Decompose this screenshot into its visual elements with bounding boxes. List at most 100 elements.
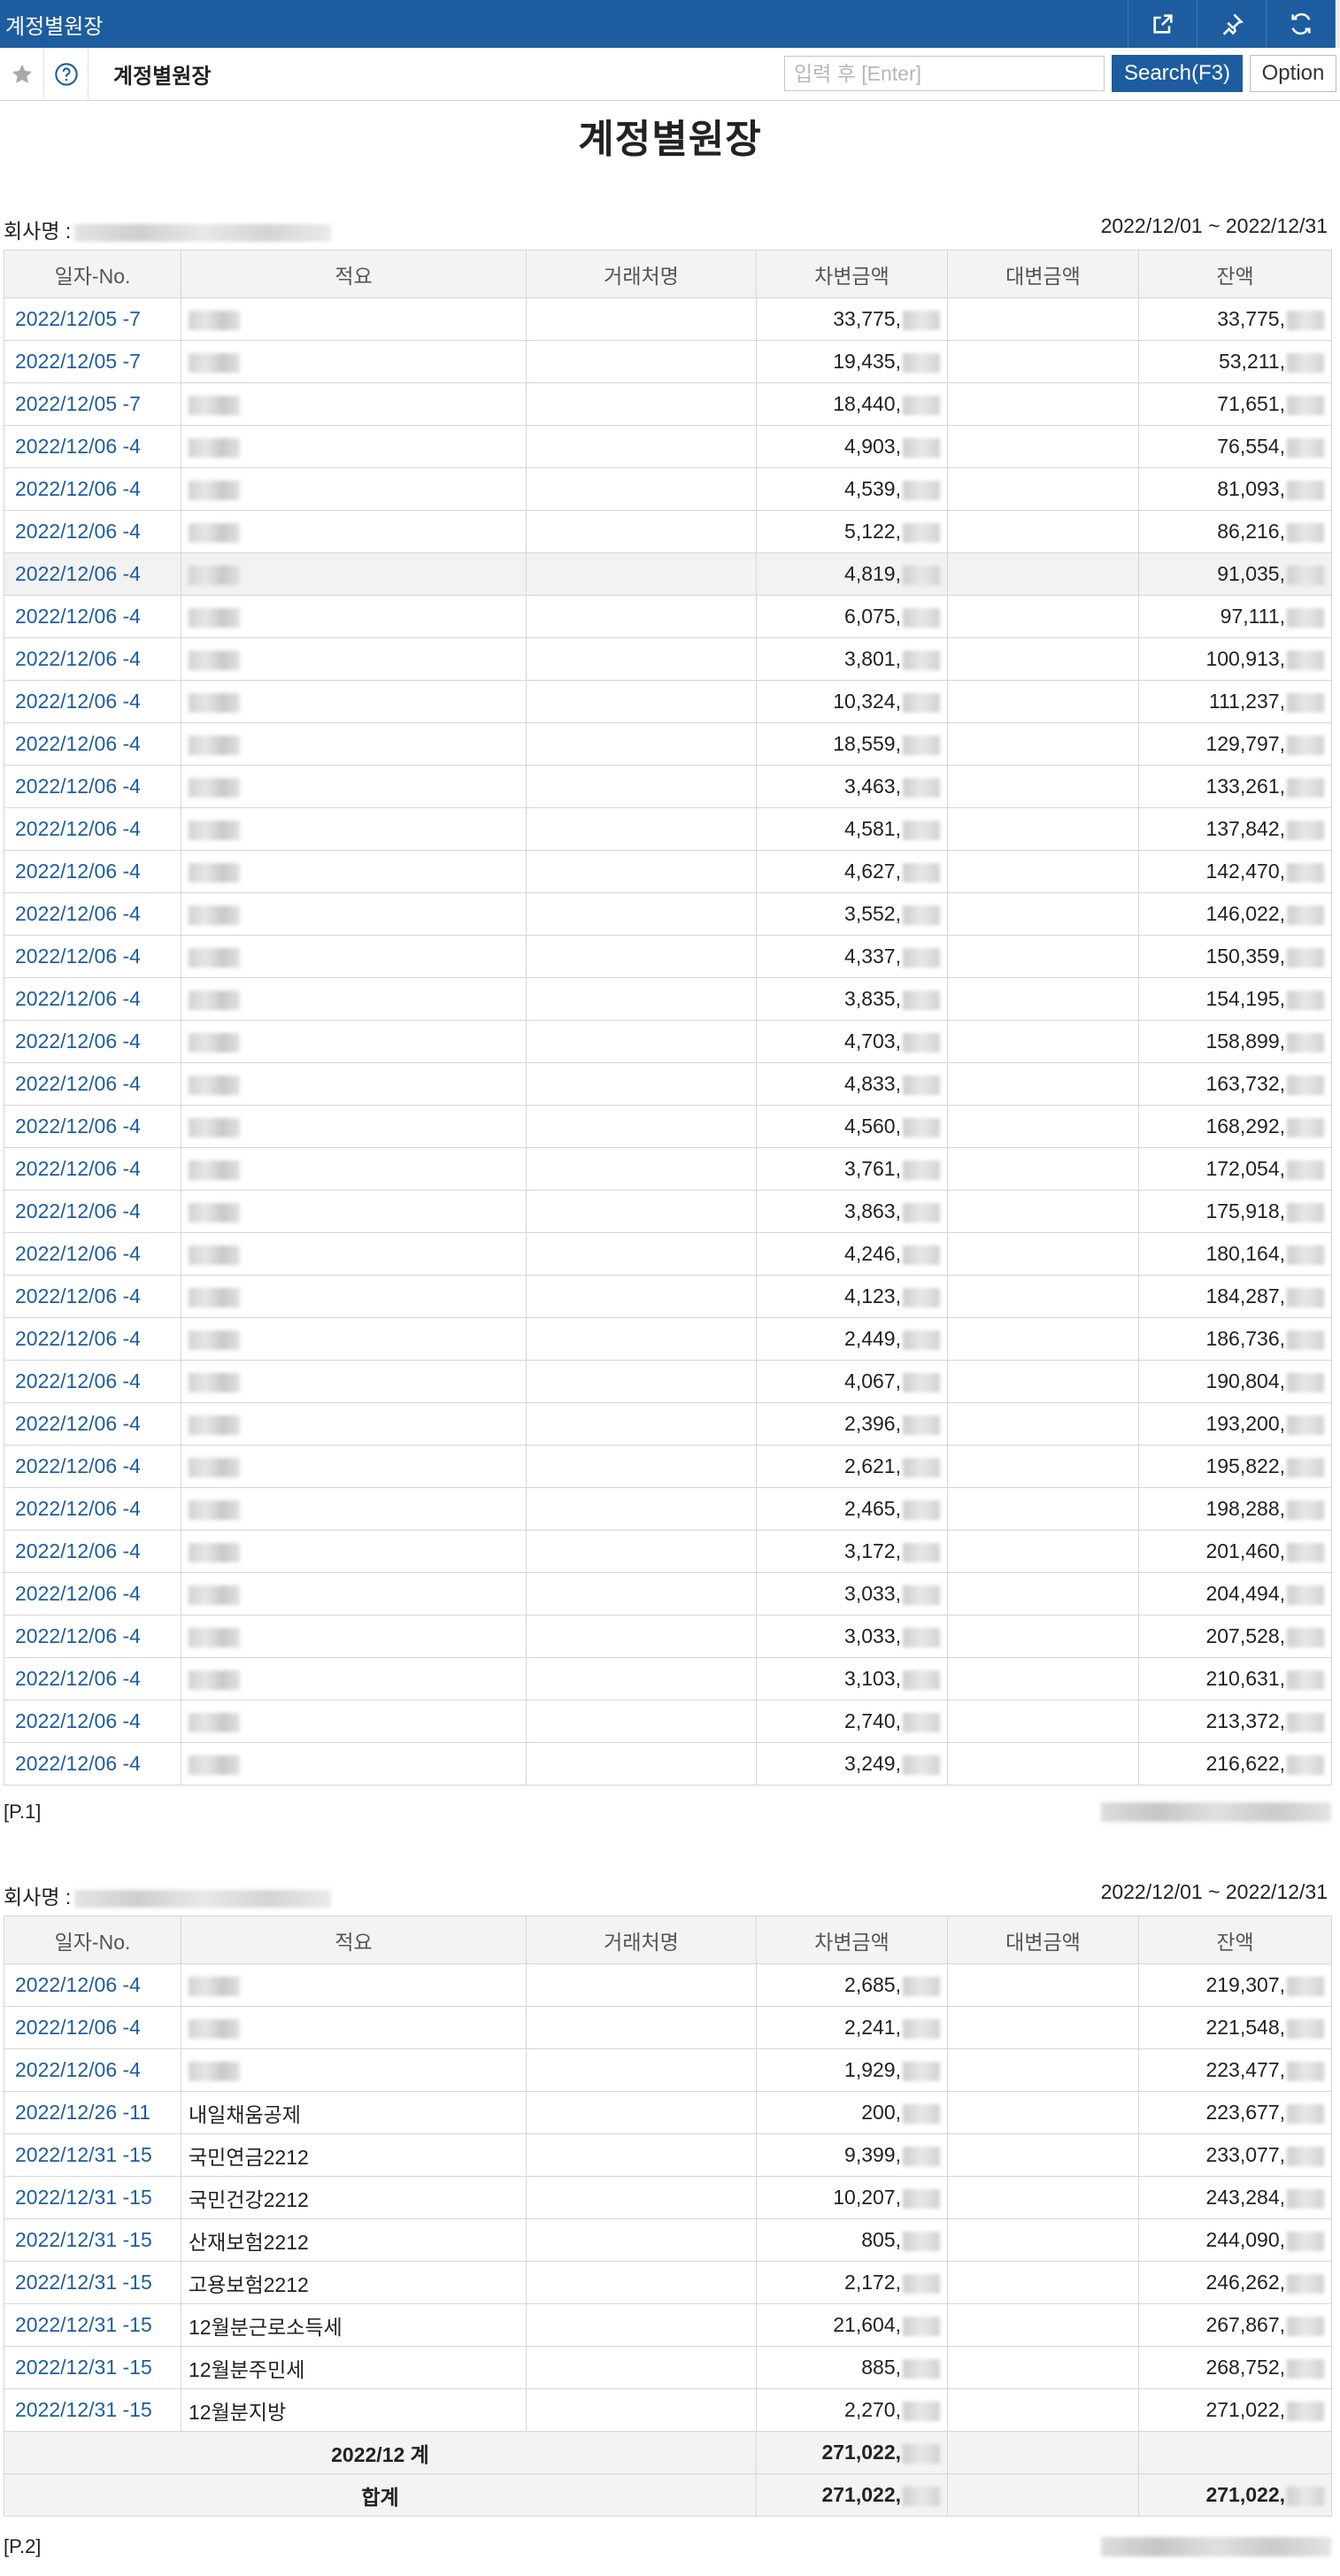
- header-balance[interactable]: 잔액: [1138, 250, 1332, 298]
- row-date-link[interactable]: 2022/12/06 -4: [4, 1700, 181, 1743]
- table-row[interactable]: 2022/12/06 -4 4,903, 76,554,: [4, 425, 1332, 468]
- table-row[interactable]: 2022/12/06 -4 3,172, 201,460,: [4, 1530, 1332, 1573]
- table-row[interactable]: 2022/12/31 -15 12월분주민세 885, 268,752,: [4, 2346, 1332, 2389]
- option-button[interactable]: Option: [1250, 55, 1336, 92]
- header-credit[interactable]: 대변금액: [947, 250, 1139, 298]
- row-date-link[interactable]: 2022/12/06 -4: [4, 425, 181, 468]
- table-row[interactable]: 2022/12/06 -4 3,249, 216,622,: [4, 1742, 1332, 1785]
- row-date-link[interactable]: 2022/12/31 -15: [4, 2346, 181, 2389]
- table-row[interactable]: 2022/12/06 -4 3,863, 175,918,: [4, 1190, 1332, 1233]
- table-row[interactable]: 2022/12/06 -4 4,123, 184,287,: [4, 1275, 1332, 1318]
- row-date-link[interactable]: 2022/12/06 -4: [4, 680, 181, 723]
- table-row[interactable]: 2022/12/05 -7 18,440, 71,651,: [4, 382, 1332, 426]
- row-date-link[interactable]: 2022/12/06 -4: [4, 807, 181, 851]
- row-date-link[interactable]: 2022/12/06 -4: [4, 1530, 181, 1573]
- row-date-link[interactable]: 2022/12/06 -4: [4, 552, 181, 596]
- table-row[interactable]: 2022/12/06 -4 4,703, 158,899,: [4, 1020, 1332, 1063]
- header-credit[interactable]: 대변금액: [947, 1916, 1139, 1964]
- row-date-link[interactable]: 2022/12/06 -4: [4, 722, 181, 766]
- row-date-link[interactable]: 2022/12/06 -4: [4, 765, 181, 808]
- table-row[interactable]: 2022/12/06 -4 2,449, 186,736,: [4, 1317, 1332, 1361]
- header-description[interactable]: 적요: [181, 250, 527, 298]
- search-input[interactable]: [784, 56, 1105, 91]
- row-date-link[interactable]: 2022/12/06 -4: [4, 1487, 181, 1531]
- row-date-link[interactable]: 2022/12/06 -4: [4, 1615, 181, 1658]
- row-date-link[interactable]: 2022/12/05 -7: [4, 382, 181, 426]
- table-row[interactable]: 2022/12/06 -4 4,627, 142,470,: [4, 850, 1332, 893]
- row-date-link[interactable]: 2022/12/06 -4: [4, 1742, 181, 1785]
- table-row[interactable]: 2022/12/06 -4 6,075, 97,111,: [4, 595, 1332, 638]
- row-date-link[interactable]: 2022/12/31 -15: [4, 2218, 181, 2262]
- table-row[interactable]: 2022/12/31 -15 국민건강2212 10,207, 243,284,: [4, 2176, 1332, 2219]
- row-date-link[interactable]: 2022/12/06 -4: [4, 1317, 181, 1361]
- table-row[interactable]: 2022/12/31 -15 12월분근로소득세 21,604, 267,867,: [4, 2303, 1332, 2347]
- row-date-link[interactable]: 2022/12/06 -4: [4, 1360, 181, 1403]
- open-external-icon[interactable]: [1128, 0, 1197, 48]
- table-row[interactable]: 2022/12/31 -15 12월분지방 2,270, 271,022,: [4, 2388, 1332, 2432]
- header-partner[interactable]: 거래처명: [526, 250, 757, 298]
- table-row[interactable]: 2022/12/06 -4 2,241, 221,548,: [4, 2006, 1332, 2049]
- table-row[interactable]: 2022/12/31 -15 국민연금2212 9,399, 233,077,: [4, 2133, 1332, 2177]
- header-date[interactable]: 일자-No.: [4, 1916, 181, 1964]
- row-date-link[interactable]: 2022/12/06 -4: [4, 595, 181, 638]
- row-date-link[interactable]: 2022/12/06 -4: [4, 1275, 181, 1318]
- row-date-link[interactable]: 2022/12/06 -4: [4, 1963, 181, 2007]
- header-debit[interactable]: 차변금액: [756, 1916, 948, 1964]
- table-row[interactable]: 2022/12/06 -4 1,929, 223,477,: [4, 2048, 1332, 2092]
- row-date-link[interactable]: 2022/12/06 -4: [4, 467, 181, 511]
- row-date-link[interactable]: 2022/12/31 -15: [4, 2133, 181, 2177]
- row-date-link[interactable]: 2022/12/06 -4: [4, 935, 181, 978]
- table-row[interactable]: 2022/12/06 -4 18,559, 129,797,: [4, 722, 1332, 766]
- row-date-link[interactable]: 2022/12/06 -4: [4, 1657, 181, 1701]
- table-row[interactable]: 2022/12/05 -7 19,435, 53,211,: [4, 340, 1332, 383]
- table-row[interactable]: 2022/12/06 -4 4,581, 137,842,: [4, 807, 1332, 851]
- table-row[interactable]: 2022/12/06 -4 3,835, 154,195,: [4, 977, 1332, 1021]
- table-row[interactable]: 2022/12/06 -4 4,337, 150,359,: [4, 935, 1332, 978]
- table-row[interactable]: 2022/12/06 -4 3,103, 210,631,: [4, 1657, 1332, 1701]
- row-date-link[interactable]: 2022/12/06 -4: [4, 977, 181, 1021]
- row-date-link[interactable]: 2022/12/05 -7: [4, 340, 181, 383]
- row-date-link[interactable]: 2022/12/06 -4: [4, 1232, 181, 1276]
- table-row[interactable]: 2022/12/06 -4 10,324, 111,237,: [4, 680, 1332, 723]
- row-date-link[interactable]: 2022/12/06 -4: [4, 1020, 181, 1063]
- table-row[interactable]: 2022/12/06 -4 3,033, 207,528,: [4, 1615, 1332, 1658]
- row-date-link[interactable]: 2022/12/06 -4: [4, 892, 181, 936]
- row-date-link[interactable]: 2022/12/31 -15: [4, 2176, 181, 2219]
- row-date-link[interactable]: 2022/12/06 -4: [4, 1572, 181, 1616]
- row-date-link[interactable]: 2022/12/31 -15: [4, 2388, 181, 2432]
- table-row[interactable]: 2022/12/06 -4 2,621, 195,822,: [4, 1445, 1332, 1488]
- table-row[interactable]: 2022/12/06 -4 4,819, 91,035,: [4, 552, 1332, 596]
- row-date-link[interactable]: 2022/12/06 -4: [4, 2006, 181, 2049]
- table-row[interactable]: 2022/12/06 -4 4,246, 180,164,: [4, 1232, 1332, 1276]
- row-date-link[interactable]: 2022/12/06 -4: [4, 2048, 181, 2092]
- search-button[interactable]: Search(F3): [1112, 55, 1243, 92]
- table-row[interactable]: 2022/12/06 -4 5,122, 86,216,: [4, 510, 1332, 553]
- row-date-link[interactable]: 2022/12/06 -4: [4, 510, 181, 553]
- row-date-link[interactable]: 2022/12/26 -11: [4, 2091, 181, 2134]
- table-row[interactable]: 2022/12/06 -4 2,685, 219,307,: [4, 1963, 1332, 2007]
- table-row[interactable]: 2022/12/06 -4 4,833, 163,732,: [4, 1062, 1332, 1106]
- table-row[interactable]: 2022/12/06 -4 3,463, 133,261,: [4, 765, 1332, 808]
- row-date-link[interactable]: 2022/12/06 -4: [4, 850, 181, 893]
- row-date-link[interactable]: 2022/12/06 -4: [4, 1147, 181, 1191]
- table-row[interactable]: 2022/12/06 -4 2,396, 193,200,: [4, 1402, 1332, 1446]
- row-date-link[interactable]: 2022/12/06 -4: [4, 637, 181, 681]
- table-row[interactable]: 2022/12/06 -4 4,067, 190,804,: [4, 1360, 1332, 1403]
- table-row[interactable]: 2022/12/31 -15 고용보험2212 2,172, 246,262,: [4, 2261, 1332, 2304]
- header-partner[interactable]: 거래처명: [526, 1916, 757, 1964]
- table-row[interactable]: 2022/12/06 -4 3,033, 204,494,: [4, 1572, 1332, 1616]
- table-row[interactable]: 2022/12/06 -4 3,552, 146,022,: [4, 892, 1332, 936]
- row-date-link[interactable]: 2022/12/31 -15: [4, 2303, 181, 2347]
- row-date-link[interactable]: 2022/12/31 -15: [4, 2261, 181, 2304]
- refresh-icon[interactable]: [1266, 0, 1335, 48]
- table-row[interactable]: 2022/12/06 -4 2,465, 198,288,: [4, 1487, 1332, 1531]
- table-row[interactable]: 2022/12/06 -4 3,761, 172,054,: [4, 1147, 1332, 1191]
- table-row[interactable]: 2022/12/06 -4 4,560, 168,292,: [4, 1105, 1332, 1148]
- row-date-link[interactable]: 2022/12/06 -4: [4, 1105, 181, 1148]
- pin-icon[interactable]: [1197, 0, 1266, 48]
- help-icon[interactable]: [44, 47, 89, 101]
- table-row[interactable]: 2022/12/06 -4 2,740, 213,372,: [4, 1700, 1332, 1743]
- row-date-link[interactable]: 2022/12/06 -4: [4, 1062, 181, 1106]
- row-date-link[interactable]: 2022/12/05 -7: [4, 297, 181, 341]
- header-debit[interactable]: 차변금액: [756, 250, 948, 298]
